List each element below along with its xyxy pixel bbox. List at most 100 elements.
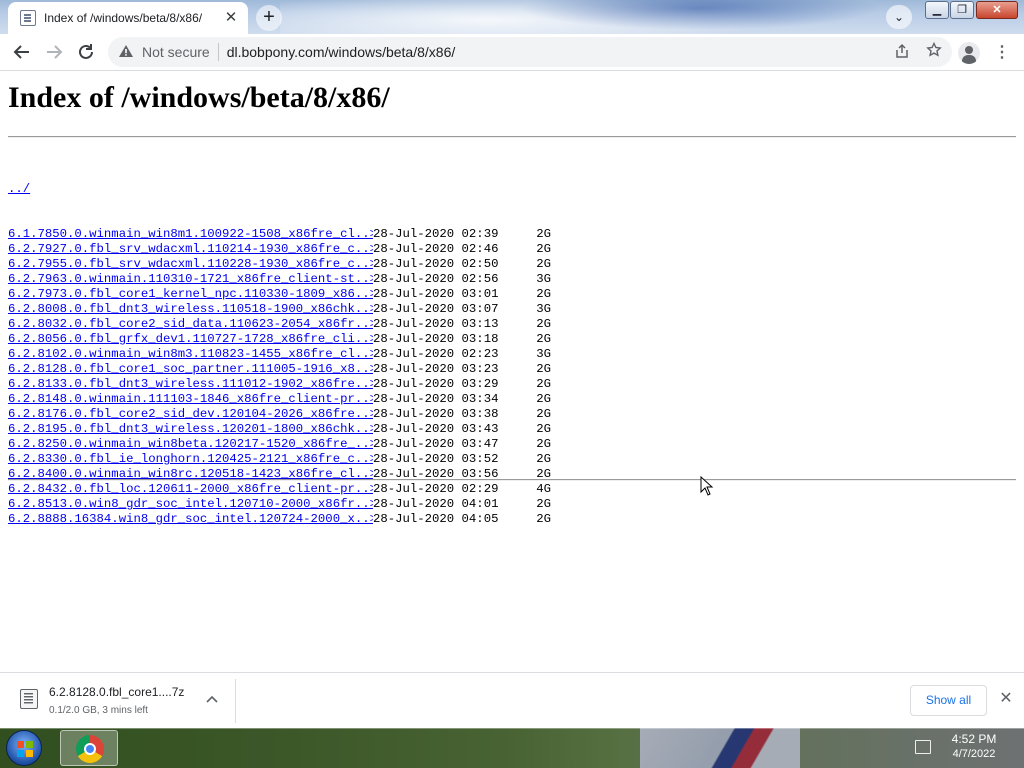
directory-listing: ../ 6.1.7850.0.winmain_win8m1.100922-150… — [8, 152, 551, 527]
page-title: Index of /windows/beta/8/x86/ — [8, 81, 390, 114]
list-item: 6.2.8102.0.winmain_win8m3.110823-1455_x8… — [8, 347, 551, 362]
url-text[interactable]: dl.bobpony.com/windows/beta/8/x86/ — [227, 44, 894, 60]
list-item: ../ — [8, 182, 551, 197]
browser-toolbar: Not secure dl.bobpony.com/windows/beta/8… — [0, 34, 1024, 71]
tab-close-icon[interactable]: ✕ — [222, 9, 240, 27]
file-link[interactable]: 6.2.8102.0.winmain_win8m3.110823-1455_x8… — [8, 347, 373, 362]
file-link[interactable]: 6.2.8133.0.fbl_dnt3_wireless.111012-1902… — [8, 377, 373, 392]
maximize-button[interactable]: ❐ — [950, 1, 974, 19]
minimize-button[interactable]: ▁ — [925, 1, 949, 19]
tab-search-button[interactable]: ⌄ — [886, 5, 912, 29]
list-item: 6.2.8176.0.fbl_core2_sid_dev.120104-2026… — [8, 407, 551, 422]
file-date: 28-Jul-2020 03:01 — [373, 287, 499, 301]
taskbar: 4:52 PM 4/7/2022 — [0, 728, 1024, 768]
tab-title: Index of /windows/beta/8/x86/ — [44, 11, 203, 25]
title-bar: Index of /windows/beta/8/x86/ ✕ + ⌄ ▁ ❐ … — [0, 0, 1024, 34]
address-separator — [217, 43, 219, 61]
chrome-taskbar-button[interactable] — [60, 730, 118, 766]
windows-logo-icon — [17, 741, 33, 757]
file-link[interactable]: 6.2.8888.16384.win8_gdr_soc_intel.120724… — [8, 512, 373, 527]
list-item: 6.2.8133.0.fbl_dnt3_wireless.111012-1902… — [8, 377, 551, 392]
download-item[interactable]: 6.2.8128.0.fbl_core1....7z 0.1/2.0 GB, 3… — [8, 679, 236, 723]
warning-icon[interactable] — [118, 44, 136, 61]
file-link[interactable]: 6.2.8250.0.winmain_win8beta.120217-1520_… — [8, 437, 373, 452]
file-size: 2G — [536, 362, 551, 376]
network-icon[interactable] — [915, 740, 931, 754]
file-link[interactable]: 6.2.8513.0.win8_gdr_soc_intel.120710-200… — [8, 497, 373, 512]
file-date: 28-Jul-2020 03:23 — [373, 362, 499, 376]
chrome-icon — [76, 735, 104, 763]
file-link[interactable]: 6.2.7963.0.winmain.110310-1721_x86fre_cl… — [8, 272, 373, 287]
start-button[interactable] — [6, 730, 42, 766]
file-date: 28-Jul-2020 02:46 — [373, 242, 499, 256]
list-item: 6.2.8432.0.fbl_loc.120611-2000_x86fre_cl… — [8, 482, 551, 497]
forward-arrow-icon[interactable] — [40, 38, 68, 66]
file-link[interactable]: 6.2.8330.0.fbl_ie_longhorn.120425-2121_x… — [8, 452, 373, 467]
file-link[interactable]: 6.2.8008.0.fbl_dnt3_wireless.110518-1900… — [8, 302, 373, 317]
file-size: 3G — [536, 302, 551, 316]
window-close-button[interactable]: ✕ — [976, 1, 1018, 19]
new-tab-button[interactable]: + — [256, 5, 282, 31]
file-size: 2G — [536, 242, 551, 256]
file-link[interactable]: 6.2.8176.0.fbl_core2_sid_dev.120104-2026… — [8, 407, 373, 422]
file-date: 28-Jul-2020 03:34 — [373, 392, 499, 406]
list-item: 6.2.8250.0.winmain_win8beta.120217-1520_… — [8, 437, 551, 452]
list-item: 6.2.8513.0.win8_gdr_soc_intel.120710-200… — [8, 497, 551, 512]
security-label[interactable]: Not secure — [142, 44, 210, 60]
divider — [8, 479, 1016, 481]
file-link[interactable]: 6.2.8432.0.fbl_loc.120611-2000_x86fre_cl… — [8, 482, 373, 497]
file-link[interactable]: 6.2.7955.0.fbl_srv_wdacxml.110228-1930_x… — [8, 257, 373, 272]
file-date: 28-Jul-2020 03:18 — [373, 332, 499, 346]
file-size: 2G — [536, 512, 551, 526]
file-size: 2G — [536, 332, 551, 346]
download-status: 0.1/2.0 GB, 3 mins left — [49, 705, 148, 716]
file-size: 2G — [536, 452, 551, 466]
file-link[interactable]: 6.1.7850.0.winmain_win8m1.100922-1508_x8… — [8, 227, 373, 242]
kebab-menu-icon[interactable]: ⋮ — [990, 40, 1014, 66]
clock-date: 4/7/2022 — [952, 748, 996, 760]
file-link[interactable]: 6.2.8056.0.fbl_grfx_dev1.110727-1728_x86… — [8, 332, 373, 347]
list-item: 6.2.8056.0.fbl_grfx_dev1.110727-1728_x86… — [8, 332, 551, 347]
download-file-name[interactable]: 6.2.8128.0.fbl_core1....7z — [49, 685, 184, 699]
mouse-cursor-icon — [700, 476, 714, 496]
file-size: 3G — [536, 347, 551, 361]
file-date: 28-Jul-2020 03:52 — [373, 452, 499, 466]
clock-time: 4:52 PM — [951, 732, 997, 746]
profile-avatar-icon[interactable] — [958, 42, 980, 64]
reload-icon[interactable] — [72, 38, 100, 66]
file-size: 3G — [536, 272, 551, 286]
file-link[interactable]: 6.2.8032.0.fbl_core2_sid_data.110623-205… — [8, 317, 373, 332]
file-date: 28-Jul-2020 02:56 — [373, 272, 499, 286]
browser-tab[interactable]: Index of /windows/beta/8/x86/ ✕ — [8, 2, 248, 34]
file-date: 28-Jul-2020 03:29 — [373, 377, 499, 391]
file-size: 2G — [536, 392, 551, 406]
file-link[interactable]: 6.2.8128.0.fbl_core1_soc_partner.111005-… — [8, 362, 373, 377]
file-link[interactable]: 6.2.7973.0.fbl_core1_kernel_npc.110330-1… — [8, 287, 373, 302]
bookmark-star-icon[interactable] — [926, 41, 942, 63]
file-link[interactable]: 6.2.8148.0.winmain.111103-1846_x86fre_cl… — [8, 392, 373, 407]
show-all-button[interactable]: Show all — [910, 685, 987, 716]
parent-directory-link[interactable]: ../ — [8, 182, 373, 197]
file-date: 28-Jul-2020 02:39 — [373, 227, 499, 241]
list-item: 6.2.8008.0.fbl_dnt3_wireless.110518-1900… — [8, 302, 551, 317]
download-shelf: 6.2.8128.0.fbl_core1....7z 0.1/2.0 GB, 3… — [0, 672, 1024, 728]
list-item: 6.2.8888.16384.win8_gdr_soc_intel.120724… — [8, 512, 551, 527]
list-item: 6.2.7927.0.fbl_srv_wdacxml.110214-1930_x… — [8, 242, 551, 257]
list-item: 6.2.8195.0.fbl_dnt3_wireless.120201-1800… — [8, 422, 551, 437]
file-date: 28-Jul-2020 02:50 — [373, 257, 499, 271]
address-bar[interactable]: Not secure dl.bobpony.com/windows/beta/8… — [108, 37, 952, 67]
file-date: 28-Jul-2020 02:29 — [373, 482, 499, 496]
list-item: 6.2.7955.0.fbl_srv_wdacxml.110228-1930_x… — [8, 257, 551, 272]
system-clock[interactable]: 4:52 PM 4/7/2022 — [944, 732, 1004, 762]
file-date: 28-Jul-2020 03:13 — [373, 317, 499, 331]
file-link[interactable]: 6.2.8195.0.fbl_dnt3_wireless.120201-1800… — [8, 422, 373, 437]
page-content: Index of /windows/beta/8/x86/ ../ 6.1.78… — [0, 71, 1024, 672]
chevron-up-icon[interactable] — [204, 691, 220, 707]
back-arrow-icon[interactable] — [8, 38, 36, 66]
file-link[interactable]: 6.2.7927.0.fbl_srv_wdacxml.110214-1930_x… — [8, 242, 373, 257]
close-download-shelf-icon[interactable]: ✕ — [996, 689, 1016, 709]
file-size: 2G — [536, 377, 551, 391]
share-icon[interactable] — [894, 43, 910, 62]
file-size: 2G — [536, 287, 551, 301]
file-size: 2G — [536, 227, 551, 241]
